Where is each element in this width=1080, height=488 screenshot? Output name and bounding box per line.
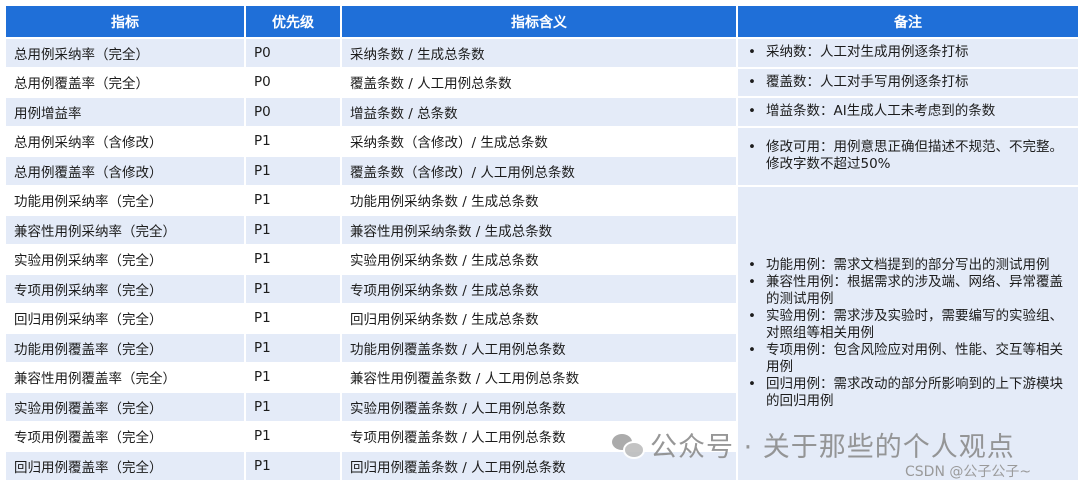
remark-item: 实验用例：需求涉及实验时，需要编写的实验组、对照组等相关用例 xyxy=(746,308,1068,342)
meaning-cell: 覆盖条数（含修改）/ 人工用例总条数 xyxy=(342,157,736,185)
metric-cell: 专项用例覆盖率（完全） xyxy=(6,422,244,450)
remark-item: 覆盖数：人工对手写用例逐条打标 xyxy=(746,74,1068,91)
metric-cell: 实验用例覆盖率（完全） xyxy=(6,393,244,421)
metrics-table: 指标 优先级 指标含义 备注 总用例采纳率（完全） P0 采纳条数 / 生成总条… xyxy=(4,4,1080,482)
metric-cell: 总用例覆盖率（含修改） xyxy=(6,157,244,185)
metric-cell: 专项用例采纳率（完全） xyxy=(6,275,244,303)
remark-cell-cover: 覆盖数：人工对手写用例逐条打标 xyxy=(738,68,1078,96)
meaning-cell: 兼容性用例覆盖条数 / 人工用例总条数 xyxy=(342,363,736,391)
remark-item: 修改可用：用例意思正确但描述不规范、不完整。修改字数不超过50% xyxy=(746,139,1068,173)
remark-item: 功能用例：需求文档提到的部分写出的测试用例 xyxy=(746,257,1068,274)
priority-cell: P1 xyxy=(246,186,340,214)
metric-cell: 兼容性用例采纳率（完全） xyxy=(6,216,244,244)
meaning-cell: 采纳条数（含修改）/ 生成总条数 xyxy=(342,127,736,155)
remark-item: 采纳数：人工对生成用例逐条打标 xyxy=(746,44,1068,61)
table-row: 总用例采纳率（含修改） P1 采纳条数（含修改）/ 生成总条数 修改可用：用例意… xyxy=(6,127,1078,185)
metric-cell: 兼容性用例覆盖率（完全） xyxy=(6,363,244,391)
priority-cell: P1 xyxy=(246,245,340,273)
wechat-icon xyxy=(612,432,645,459)
meaning-cell: 兼容性用例采纳条数 / 生成总条数 xyxy=(342,216,736,244)
metric-cell: 功能用例采纳率（完全） xyxy=(6,186,244,214)
priority-cell: P1 xyxy=(246,334,340,362)
meaning-cell: 功能用例覆盖条数 / 人工用例总条数 xyxy=(342,334,736,362)
priority-cell: P1 xyxy=(246,422,340,450)
priority-cell: P1 xyxy=(246,304,340,332)
priority-cell: P1 xyxy=(246,452,340,480)
remark-cell-gain: 增益条数：AI生成人工未考虑到的条数 xyxy=(738,98,1078,126)
priority-cell: P0 xyxy=(246,98,340,126)
wechat-watermark: 公众号 · 关于那些的个人观点 xyxy=(612,425,1015,464)
header-remark: 备注 xyxy=(738,6,1078,37)
metric-cell: 总用例覆盖率（完全） xyxy=(6,68,244,96)
table-row: 总用例覆盖率（完全） P0 覆盖条数 / 人工用例总条数 覆盖数：人工对手写用例… xyxy=(6,68,1078,96)
table-row: 功能用例采纳率（完全） P1 功能用例采纳条数 / 生成总条数 功能用例：需求文… xyxy=(6,186,1078,480)
header-row: 指标 优先级 指标含义 备注 xyxy=(6,6,1078,37)
header-meaning: 指标含义 xyxy=(342,6,736,37)
remark-item: 回归用例：需求改动的部分所影响到的上下游模块的回归用例 xyxy=(746,376,1068,410)
remark-cell-modify: 修改可用：用例意思正确但描述不规范、不完整。修改字数不超过50% xyxy=(738,127,1078,185)
meaning-cell: 回归用例采纳条数 / 生成总条数 xyxy=(342,304,736,332)
priority-cell: P1 xyxy=(246,275,340,303)
meaning-cell: 采纳条数 / 生成总条数 xyxy=(342,39,736,67)
priority-cell: P1 xyxy=(246,216,340,244)
table-row: 总用例采纳率（完全） P0 采纳条数 / 生成总条数 采纳数：人工对生成用例逐条… xyxy=(6,39,1078,67)
meaning-cell: 功能用例采纳条数 / 生成总条数 xyxy=(342,186,736,214)
metric-cell: 回归用例采纳率（完全） xyxy=(6,304,244,332)
remark-cell-adopt: 采纳数：人工对生成用例逐条打标 xyxy=(738,39,1078,67)
metric-cell: 总用例采纳率（完全） xyxy=(6,39,244,67)
metric-cell: 用例增益率 xyxy=(6,98,244,126)
meaning-cell: 专项用例采纳条数 / 生成总条数 xyxy=(342,275,736,303)
remark-item: 兼容性用例：根据需求的涉及端、网络、异常覆盖的测试用例 xyxy=(746,274,1068,308)
metrics-table-container: 指标 优先级 指标含义 备注 总用例采纳率（完全） P0 采纳条数 / 生成总条… xyxy=(4,4,1078,482)
remark-item: 增益条数：AI生成人工未考虑到的条数 xyxy=(746,103,1068,120)
priority-cell: P0 xyxy=(246,68,340,96)
meaning-cell: 实验用例覆盖条数 / 人工用例总条数 xyxy=(342,393,736,421)
watermark-text: 公众号 · 关于那些的个人观点 xyxy=(650,432,1015,463)
metric-cell: 功能用例覆盖率（完全） xyxy=(6,334,244,362)
metric-cell: 回归用例覆盖率（完全） xyxy=(6,452,244,480)
header-metric: 指标 xyxy=(6,6,244,37)
header-priority: 优先级 xyxy=(246,6,340,37)
remark-item: 专项用例：包含风险应对用例、性能、交互等相关用例 xyxy=(746,342,1068,376)
priority-cell: P0 xyxy=(246,39,340,67)
metric-cell: 实验用例采纳率（完全） xyxy=(6,245,244,273)
metric-cell: 总用例采纳率（含修改） xyxy=(6,127,244,155)
priority-cell: P1 xyxy=(246,127,340,155)
priority-cell: P1 xyxy=(246,393,340,421)
priority-cell: P1 xyxy=(246,363,340,391)
meaning-cell: 实验用例采纳条数 / 生成总条数 xyxy=(342,245,736,273)
table-row: 用例增益率 P0 增益条数 / 总条数 增益条数：AI生成人工未考虑到的条数 xyxy=(6,98,1078,126)
meaning-cell: 增益条数 / 总条数 xyxy=(342,98,736,126)
csdn-watermark: CSDN @公子公子~ xyxy=(905,464,1032,480)
meaning-cell: 覆盖条数 / 人工用例总条数 xyxy=(342,68,736,96)
priority-cell: P1 xyxy=(246,157,340,185)
